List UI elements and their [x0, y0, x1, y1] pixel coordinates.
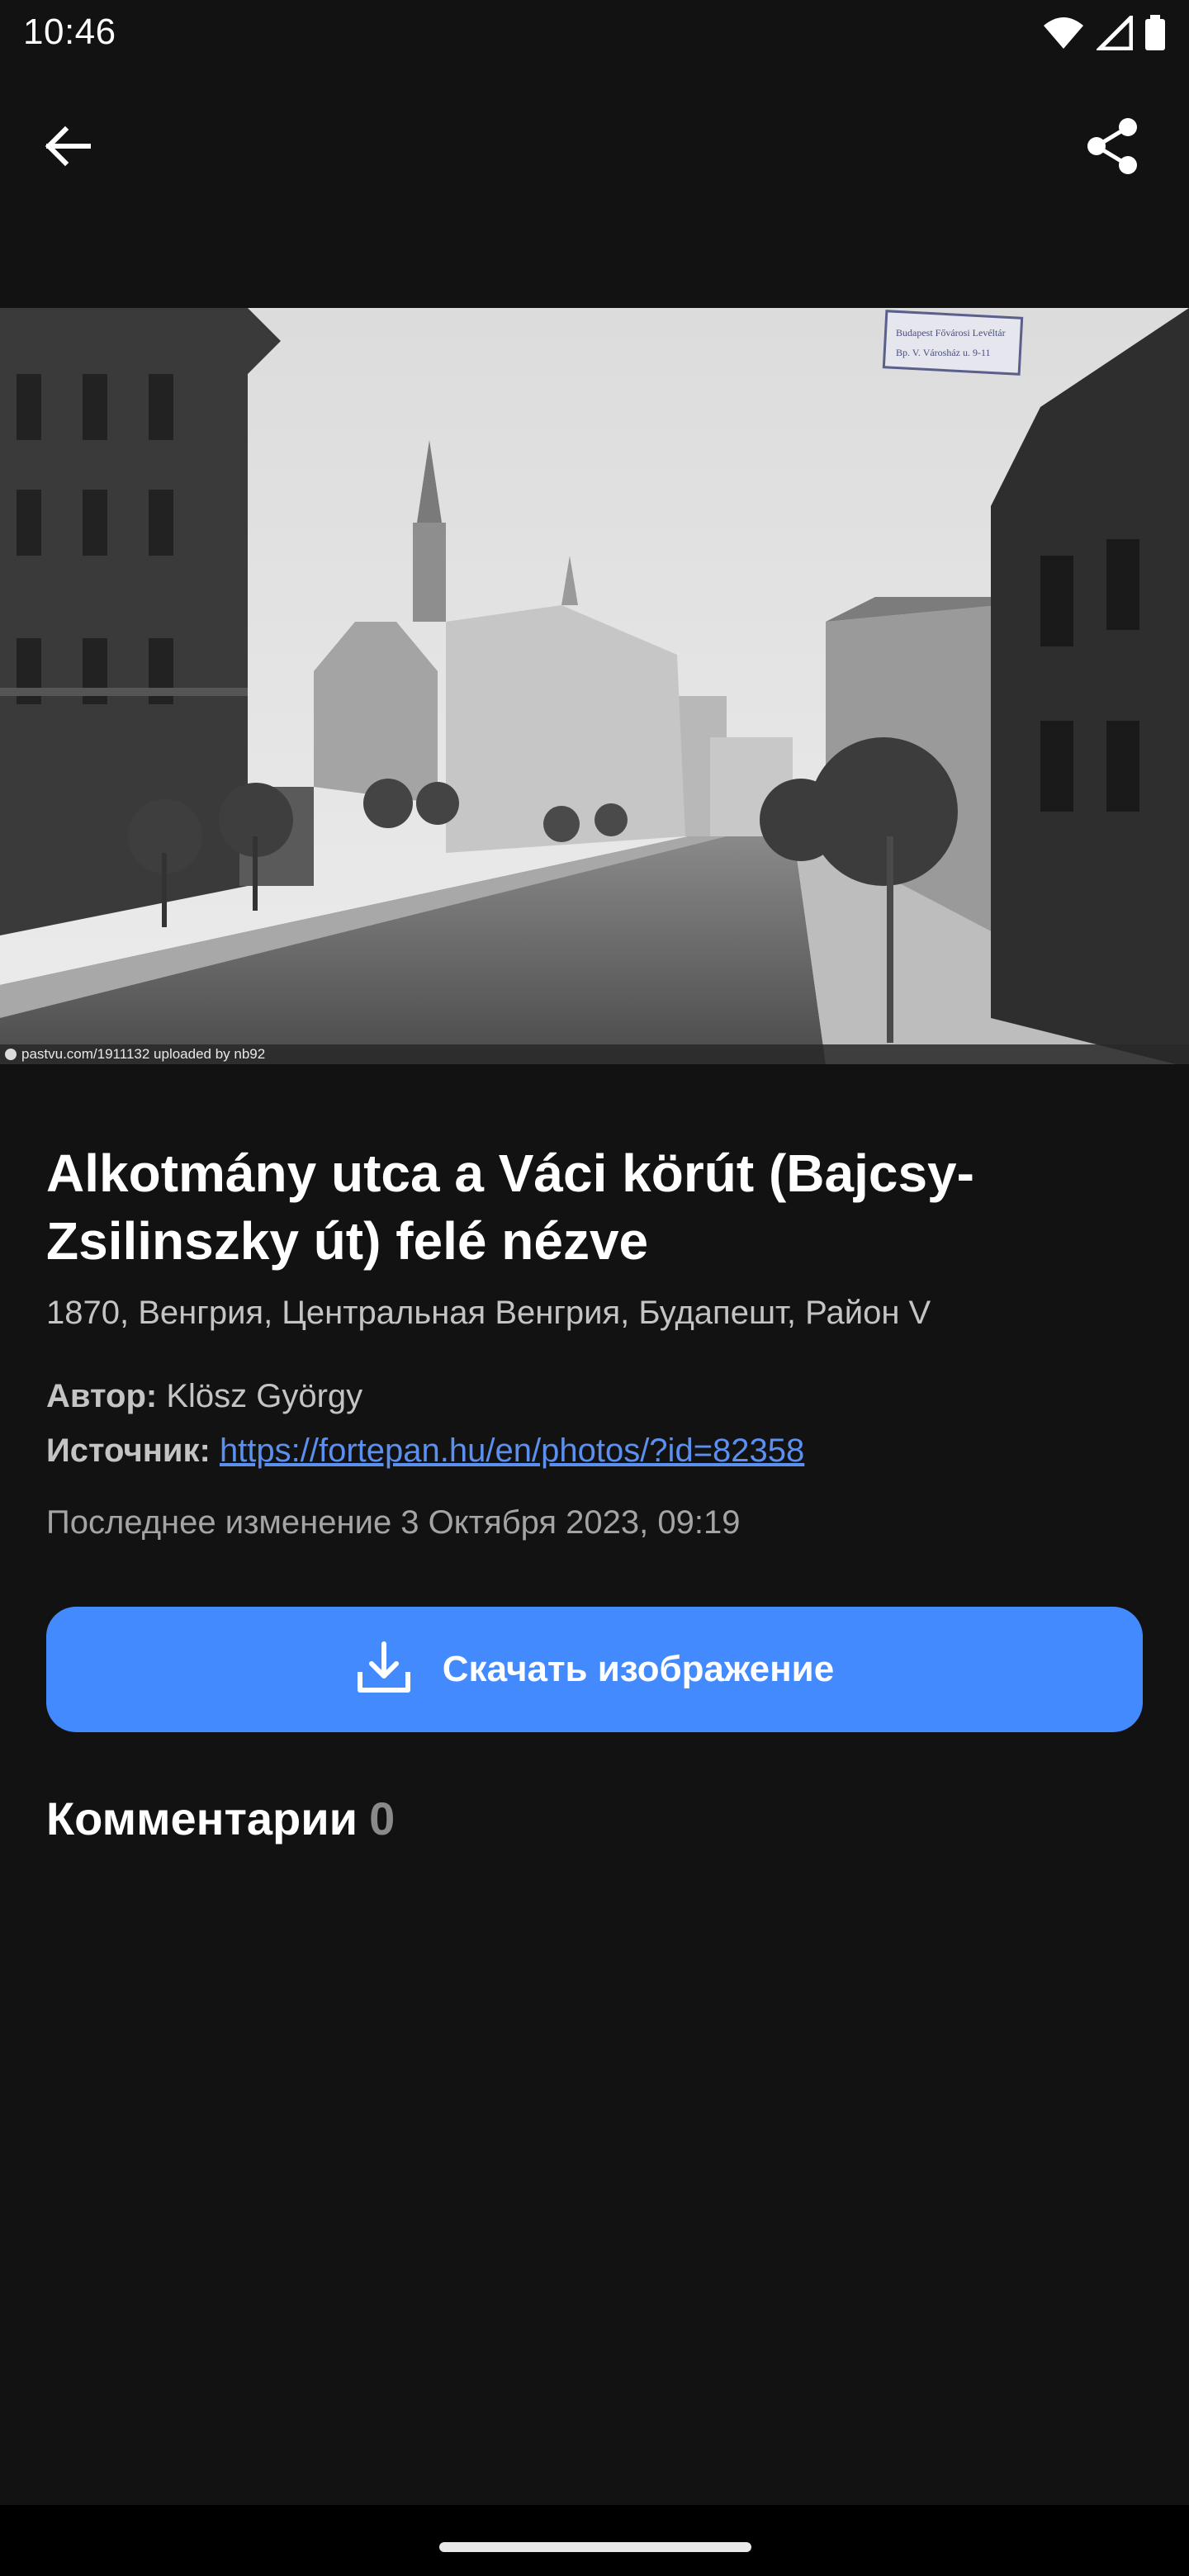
historic-street-photo[interactable]: Budapest Fővárosi Levéltár Bp. V. Városh… — [0, 308, 1189, 1064]
status-icons — [1042, 12, 1166, 55]
photo-credit-text: pastvu.com/1911132 uploaded by nb92 — [21, 1046, 266, 1062]
arrow-back-icon — [40, 120, 93, 177]
share-button[interactable] — [1075, 111, 1149, 185]
photo-meta: Автор: Klösz György Источник: https://fo… — [46, 1369, 1143, 1478]
download-image-button[interactable]: Скачать изображение — [46, 1607, 1143, 1732]
author-label: Автор: — [46, 1378, 158, 1414]
navigation-bar — [0, 2505, 1189, 2576]
author-value: Klösz György — [166, 1378, 363, 1414]
source-label: Источник: — [46, 1432, 211, 1469]
status-time: 10:46 — [23, 12, 116, 52]
download-icon — [355, 1639, 413, 1701]
comments-heading: Комментарии 0 — [46, 1792, 395, 1845]
photo-location: 1870, Венгрия, Центральная Венгрия, Буда… — [46, 1295, 931, 1331]
status-bar: 10:46 — [0, 0, 1189, 69]
signal-icon — [1094, 12, 1134, 54]
app-bar — [0, 69, 1189, 231]
comments-count: 0 — [369, 1792, 396, 1844]
photo-title: Alkotmány utca a Váci körút (Bajcsy-Zsil… — [46, 1144, 974, 1271]
photo-details: Alkotmány utca a Váci körút (Bajcsy-Zsil… — [46, 1139, 1143, 1544]
author-line: Автор: Klösz György — [46, 1369, 1143, 1423]
share-icon — [1083, 116, 1141, 181]
stamp-line2: Bp. V. Városház u. 9-11 — [896, 347, 991, 358]
wifi-icon — [1042, 16, 1085, 54]
source-line: Источник: https://fortepan.hu/en/photos/… — [46, 1423, 1143, 1478]
photo-credit: pastvu.com/1911132 uploaded by nb92 — [0, 1044, 1189, 1064]
back-button[interactable] — [30, 111, 104, 185]
last-modified: Последнее изменение 3 Октября 2023, 09:1… — [46, 1504, 741, 1541]
home-gesture-handle[interactable] — [439, 2542, 751, 2552]
comments-label: Комментарии — [46, 1792, 358, 1844]
download-button-label: Скачать изображение — [442, 1649, 835, 1689]
source-link[interactable]: https://fortepan.hu/en/photos/?id=82358 — [220, 1432, 804, 1469]
battery-icon — [1144, 14, 1166, 55]
credit-dot-icon — [5, 1049, 17, 1060]
stamp-line1: Budapest Fővárosi Levéltár — [896, 327, 1006, 339]
